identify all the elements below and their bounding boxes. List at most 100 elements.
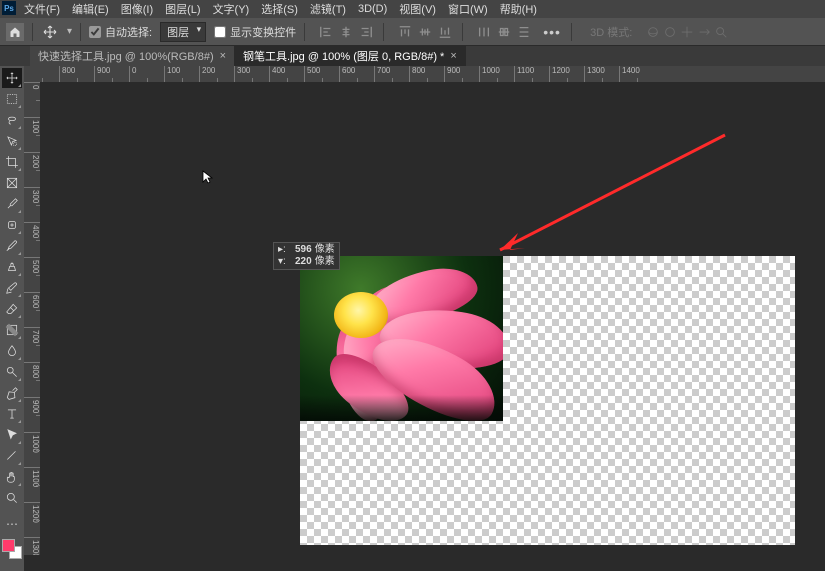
- menu-type[interactable]: 文字(Y): [207, 1, 256, 17]
- canvas-area[interactable]: ▸: 596 像素 ▾: 220 像素: [40, 82, 825, 555]
- pan-3d-icon[interactable]: [680, 25, 694, 39]
- ruler-tick: 1200: [549, 66, 584, 82]
- auto-select-input[interactable]: [89, 26, 101, 38]
- tool-move[interactable]: [2, 68, 22, 88]
- tool-hand[interactable]: [2, 467, 22, 487]
- orbit-3d-icon[interactable]: [646, 25, 660, 39]
- ruler-horizontal[interactable]: 7008009000100200300400500600700800900100…: [24, 66, 825, 82]
- ruler-tick: 800: [24, 362, 40, 397]
- tool-gradient[interactable]: [2, 320, 22, 340]
- ruler-tick: 300: [24, 187, 40, 222]
- mode-3d-icons: [646, 25, 728, 39]
- ruler-tick: 1300: [24, 537, 40, 555]
- tool-eyedropper[interactable]: [2, 194, 22, 214]
- auto-select-checkbox[interactable]: 自动选择:: [89, 24, 152, 40]
- ruler-tick: 900: [444, 66, 479, 82]
- tool-dodge[interactable]: [2, 362, 22, 382]
- roll-3d-icon[interactable]: [663, 25, 677, 39]
- tool-crop[interactable]: [2, 152, 22, 172]
- menu-select[interactable]: 选择(S): [255, 1, 304, 17]
- ruler-tick: 0: [129, 66, 164, 82]
- ruler-tick: 200: [24, 152, 40, 187]
- tool-clone-stamp[interactable]: [2, 257, 22, 277]
- tool-blur[interactable]: [2, 341, 22, 361]
- ruler-tick: 0: [24, 82, 40, 117]
- ruler-vertical[interactable]: 0100200300400500600700800900100011001200…: [24, 82, 40, 555]
- auto-select-target-dropdown[interactable]: 图层: [160, 22, 206, 42]
- tool-lasso[interactable]: [2, 110, 22, 130]
- tool-zoom[interactable]: [2, 488, 22, 508]
- ruler-tick: 800: [59, 66, 94, 82]
- menu-help[interactable]: 帮助(H): [494, 1, 543, 17]
- dist-h-button[interactable]: [475, 23, 493, 41]
- menu-layer[interactable]: 图层(L): [159, 1, 206, 17]
- document-tabs: 快速选择工具.jpg @ 100%(RGB/8#) × 钢笔工具.jpg @ 1…: [0, 46, 825, 66]
- ruler-tick: 200: [199, 66, 234, 82]
- close-icon[interactable]: ×: [450, 50, 456, 62]
- layer-image[interactable]: [300, 256, 503, 421]
- align-top-button[interactable]: [396, 23, 414, 41]
- ruler-tick: 600: [339, 66, 374, 82]
- separator: [383, 23, 384, 41]
- show-transform-checkbox[interactable]: 显示变换控件: [214, 24, 296, 40]
- ruler-corner[interactable]: [24, 66, 40, 82]
- dist-hc-button[interactable]: [495, 23, 513, 41]
- coordinate-tooltip: ▸: 596 像素 ▾: 220 像素: [273, 242, 340, 270]
- menu-view[interactable]: 视图(V): [393, 1, 442, 17]
- tool-history-brush[interactable]: [2, 278, 22, 298]
- align-vcenter-button[interactable]: [416, 23, 434, 41]
- ruler-tick: 900: [24, 397, 40, 432]
- tool-brush[interactable]: [2, 236, 22, 256]
- ruler-tick: 500: [24, 257, 40, 292]
- tool-frame[interactable]: [2, 173, 22, 193]
- align-left-button[interactable]: [317, 23, 335, 41]
- tool-path-select[interactable]: [2, 425, 22, 445]
- tool-quick-select[interactable]: [2, 131, 22, 151]
- tool-marquee[interactable]: [2, 89, 22, 109]
- zoom-3d-icon[interactable]: [714, 25, 728, 39]
- menu-bar: 文件(F) 编辑(E) 图像(I) 图层(L) 文字(Y) 选择(S) 滤镜(T…: [0, 0, 825, 18]
- menu-window[interactable]: 窗口(W): [442, 1, 494, 17]
- distribute-group: [475, 23, 533, 41]
- more-options-button[interactable]: •••: [541, 23, 563, 41]
- show-transform-input[interactable]: [214, 26, 226, 38]
- ruler-tick: 900: [94, 66, 129, 82]
- color-swatches[interactable]: [2, 539, 22, 559]
- align-group-1: [317, 23, 375, 41]
- separator: [571, 23, 572, 41]
- ruler-tick: 800: [409, 66, 444, 82]
- dist-v-button[interactable]: [515, 23, 533, 41]
- ruler-tick: 1100: [514, 66, 549, 82]
- tool-healing[interactable]: [2, 215, 22, 235]
- ruler-tick: 600: [24, 292, 40, 327]
- ruler-tick: 1100: [24, 467, 40, 502]
- align-bottom-button[interactable]: [436, 23, 454, 41]
- home-button[interactable]: [6, 23, 24, 41]
- coord-x-unit: 像素: [315, 244, 335, 256]
- align-right-button[interactable]: [357, 23, 375, 41]
- menu-file[interactable]: 文件(F): [18, 1, 66, 17]
- doc-tab-1[interactable]: 快速选择工具.jpg @ 100%(RGB/8#) ×: [30, 46, 235, 66]
- tool-edit-toolbar[interactable]: ⋯: [2, 514, 22, 534]
- menu-filter[interactable]: 滤镜(T): [304, 1, 352, 17]
- ruler-tick: 1200: [24, 502, 40, 537]
- ruler-tick: 700: [374, 66, 409, 82]
- menu-3d[interactable]: 3D(D): [352, 3, 393, 15]
- ruler-tick: 1300: [584, 66, 619, 82]
- tool-type[interactable]: [2, 404, 22, 424]
- tool-eraser[interactable]: [2, 299, 22, 319]
- fg-color-swatch[interactable]: [2, 539, 15, 552]
- menu-edit[interactable]: 编辑(E): [66, 1, 115, 17]
- align-group-2: [396, 23, 454, 41]
- align-hcenter-button[interactable]: [337, 23, 355, 41]
- ruler-tick: 300: [234, 66, 269, 82]
- chevron-down-icon[interactable]: ▾: [67, 26, 72, 37]
- close-icon[interactable]: ×: [220, 50, 226, 62]
- ruler-tick: 400: [269, 66, 304, 82]
- doc-tab-2[interactable]: 钢笔工具.jpg @ 100% (图层 0, RGB/8#) * ×: [235, 46, 466, 66]
- cursor-icon: [202, 170, 214, 189]
- menu-image[interactable]: 图像(I): [115, 1, 159, 17]
- slide-3d-icon[interactable]: [697, 25, 711, 39]
- tool-pen[interactable]: [2, 383, 22, 403]
- tool-shape[interactable]: [2, 446, 22, 466]
